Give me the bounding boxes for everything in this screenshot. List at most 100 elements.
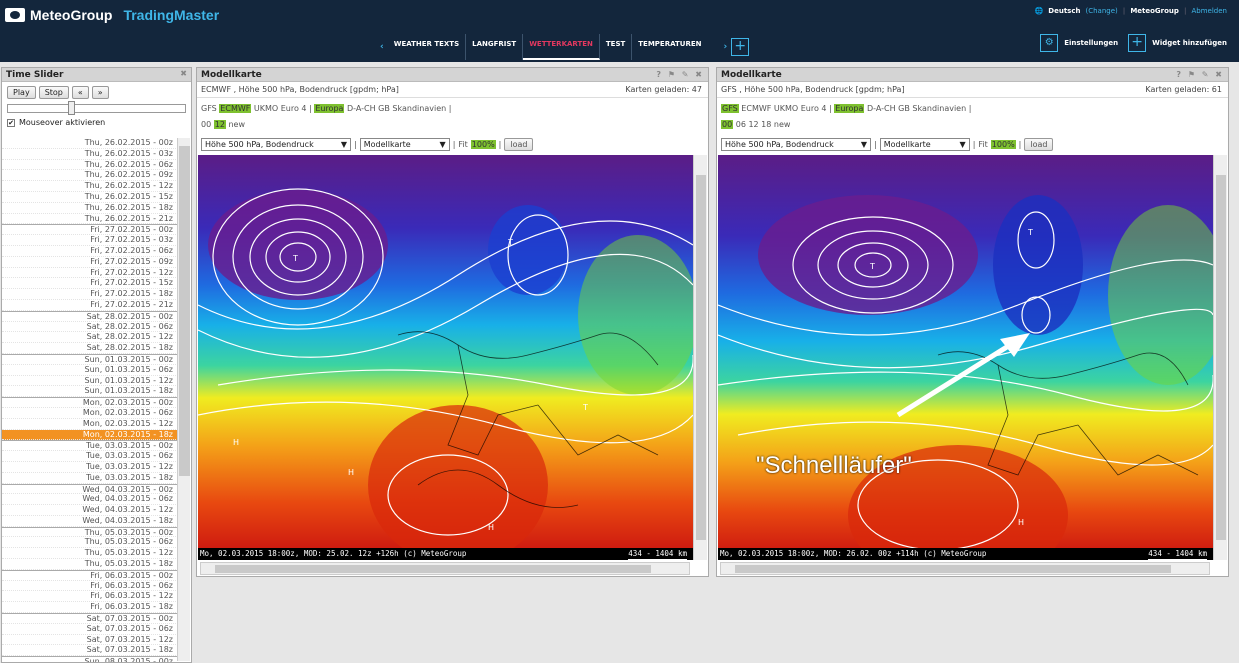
time-list-item[interactable]: Fri, 27.02.2015 - 12z: [2, 268, 178, 279]
time-list-item[interactable]: Thu, 05.03.2015 - 12z: [2, 548, 178, 560]
time-list-item[interactable]: Fri, 27.02.2015 - 00z: [2, 224, 178, 236]
play-button[interactable]: Play: [7, 86, 36, 99]
time-list-item[interactable]: Thu, 26.02.2015 - 12z: [2, 181, 178, 192]
window-tool-icons[interactable]: ? ⚑ ✎ ✖: [1176, 70, 1224, 79]
stop-button[interactable]: Stop: [38, 86, 69, 99]
time-list-item[interactable]: Thu, 26.02.2015 - 03z: [2, 149, 178, 160]
zoom-level[interactable]: 100%: [470, 139, 496, 149]
map-horizontal-scrollbar[interactable]: [200, 562, 690, 575]
time-list-item[interactable]: Fri, 27.02.2015 - 21z: [2, 300, 178, 311]
tab-temperaturen[interactable]: TEMPERATUREN: [632, 34, 707, 60]
time-list-item[interactable]: Fri, 27.02.2015 - 06z: [2, 246, 178, 257]
parameter-select[interactable]: Höhe 500 hPa, Bodendruck ▼: [721, 137, 871, 151]
nav-right-arrow-icon[interactable]: ›: [719, 42, 731, 52]
model-gfs[interactable]: GFS: [201, 104, 217, 113]
time-list-item[interactable]: Fri, 06.03.2015 - 06z: [2, 581, 178, 592]
mouseover-checkbox[interactable]: ✔: [7, 118, 15, 127]
map-vertical-scrollbar[interactable]: [693, 155, 707, 560]
time-list-item[interactable]: Fri, 27.02.2015 - 15z: [2, 278, 178, 290]
region-europa-selected[interactable]: Europa: [834, 104, 865, 113]
time-list-item[interactable]: Sun, 08.03.2015 - 00z: [2, 656, 178, 662]
window-tool-icons[interactable]: ? ⚑ ✎ ✖: [656, 70, 704, 79]
time-list-item[interactable]: Sat, 28.02.2015 - 18z: [2, 343, 178, 354]
time-list-item[interactable]: Mon, 02.03.2015 - 18z: [2, 429, 178, 441]
region-options[interactable]: D-A-CH GB Skandinavien |: [347, 104, 451, 113]
run-00-selected[interactable]: 00: [721, 120, 734, 129]
time-list-item[interactable]: Thu, 26.02.2015 - 06z: [2, 160, 178, 171]
add-tab-button[interactable]: +: [731, 38, 750, 56]
time-list-item[interactable]: Thu, 26.02.2015 - 21z: [2, 214, 178, 225]
slider-handle[interactable]: [68, 101, 75, 115]
time-list-item[interactable]: Fri, 06.03.2015 - 18z: [2, 602, 178, 614]
run-00[interactable]: 00: [201, 120, 211, 129]
time-list-item[interactable]: Sat, 28.02.2015 - 00z: [2, 310, 178, 322]
time-list-item[interactable]: Fri, 27.02.2015 - 03z: [2, 235, 178, 246]
time-list-item[interactable]: Tue, 03.03.2015 - 06z: [2, 451, 178, 462]
time-list-item[interactable]: Sun, 01.03.2015 - 06z: [2, 365, 178, 376]
fit-label[interactable]: Fit: [458, 140, 467, 149]
time-list-item[interactable]: Mon, 02.03.2015 - 12z: [2, 419, 178, 430]
prev-button[interactable]: «: [71, 86, 89, 99]
scrollbar-thumb[interactable]: [696, 175, 706, 540]
time-list-item[interactable]: Sat, 07.03.2015 - 12z: [2, 635, 178, 646]
run-new[interactable]: new: [228, 120, 245, 129]
region-options[interactable]: D-A-CH GB Skandinavien |: [867, 104, 971, 113]
time-list-item[interactable]: Fri, 06.03.2015 - 00z: [2, 569, 178, 581]
time-list-item[interactable]: Sun, 01.03.2015 - 00z: [2, 353, 178, 365]
time-list-item[interactable]: Mon, 02.03.2015 - 00z: [2, 397, 178, 408]
time-list-item[interactable]: Thu, 05.03.2015 - 00z: [2, 526, 178, 538]
map-type-select[interactable]: Modellkarte ▼: [359, 137, 450, 151]
load-button[interactable]: load: [504, 137, 534, 151]
parameter-select[interactable]: Höhe 500 hPa, Bodendruck ▼: [201, 137, 351, 151]
time-list-item[interactable]: Thu, 26.02.2015 - 09z: [2, 170, 178, 182]
tab-wetterkarten[interactable]: WETTERKARTEN: [523, 34, 600, 60]
model-gfs-selected[interactable]: GFS: [721, 104, 739, 113]
add-widget-button[interactable]: +: [1128, 34, 1147, 52]
time-list-item[interactable]: Tue, 03.03.2015 - 00z: [2, 440, 178, 452]
time-list-item[interactable]: Tue, 03.03.2015 - 12z: [2, 462, 178, 473]
time-list-item[interactable]: Thu, 05.03.2015 - 06z: [2, 537, 178, 549]
time-list-item[interactable]: Sun, 01.03.2015 - 18z: [2, 386, 178, 398]
logo[interactable]: MeteoGroup TradingMaster: [5, 7, 219, 23]
time-list-item[interactable]: Sat, 28.02.2015 - 12z: [2, 332, 178, 344]
fit-label[interactable]: Fit: [978, 140, 987, 149]
time-list-item[interactable]: Mon, 02.03.2015 - 06z: [2, 408, 178, 419]
tab-test[interactable]: TEST: [600, 34, 633, 60]
time-list-item[interactable]: Fri, 06.03.2015 - 12z: [2, 591, 178, 603]
time-list-item[interactable]: Wed, 04.03.2015 - 18z: [2, 516, 178, 527]
time-list-item[interactable]: Sat, 07.03.2015 - 18z: [2, 645, 178, 657]
logout-link[interactable]: Abmelden: [1192, 7, 1228, 15]
settings-link[interactable]: Einstellungen: [1064, 39, 1118, 47]
region-europa-selected[interactable]: Europa: [314, 104, 345, 113]
map-vertical-scrollbar[interactable]: [1213, 155, 1227, 560]
time-list-item[interactable]: Wed, 04.03.2015 - 12z: [2, 505, 178, 516]
weather-map[interactable]: T T H H H T Mo, 02.03.2015 18:00z, MOD: 25.0…: [198, 155, 693, 560]
next-button[interactable]: »: [91, 86, 109, 99]
time-list-item[interactable]: Sat, 07.03.2015 - 00z: [2, 613, 178, 624]
tab-langfrist[interactable]: LANGFRIST: [466, 34, 524, 60]
weather-map[interactable]: T T H "Schnellläufer" Mo, 02.03.2015 18:00…: [718, 155, 1213, 560]
time-list-item[interactable]: Tue, 03.03.2015 - 18z: [2, 473, 178, 484]
time-list-item[interactable]: Thu, 26.02.2015 - 15z: [2, 192, 178, 203]
map-type-select[interactable]: Modellkarte ▼: [879, 137, 970, 151]
map-horizontal-scrollbar[interactable]: [720, 562, 1210, 575]
time-list-item[interactable]: Fri, 27.02.2015 - 09z: [2, 257, 178, 268]
time-list-scrollbar[interactable]: [177, 138, 190, 661]
zoom-level[interactable]: 100%: [990, 139, 1016, 149]
scrollbar-thumb[interactable]: [179, 146, 190, 476]
time-list-item[interactable]: Thu, 05.03.2015 - 18z: [2, 559, 178, 570]
mouseover-option[interactable]: ✔ Mouseover aktivieren: [2, 114, 191, 131]
load-button[interactable]: load: [1024, 137, 1054, 151]
scrollbar-thumb[interactable]: [735, 565, 1171, 573]
time-list-item[interactable]: Fri, 27.02.2015 - 18z: [2, 289, 178, 300]
user-name[interactable]: MeteoGroup: [1130, 7, 1179, 15]
time-list-item[interactable]: Sat, 07.03.2015 - 06z: [2, 624, 178, 635]
nav-left-arrow-icon[interactable]: ‹: [376, 42, 388, 52]
run-options[interactable]: 06 12 18 new: [736, 120, 791, 129]
time-list-item[interactable]: Thu, 26.02.2015 - 18z: [2, 203, 178, 214]
close-icon[interactable]: ✖: [180, 69, 187, 78]
model-ecmwf-selected[interactable]: ECMWF: [219, 104, 252, 113]
time-list-item[interactable]: Wed, 04.03.2015 - 06z: [2, 494, 178, 506]
gear-icon[interactable]: ⚙: [1040, 34, 1059, 52]
time-list-item[interactable]: Thu, 26.02.2015 - 00z: [2, 138, 178, 149]
